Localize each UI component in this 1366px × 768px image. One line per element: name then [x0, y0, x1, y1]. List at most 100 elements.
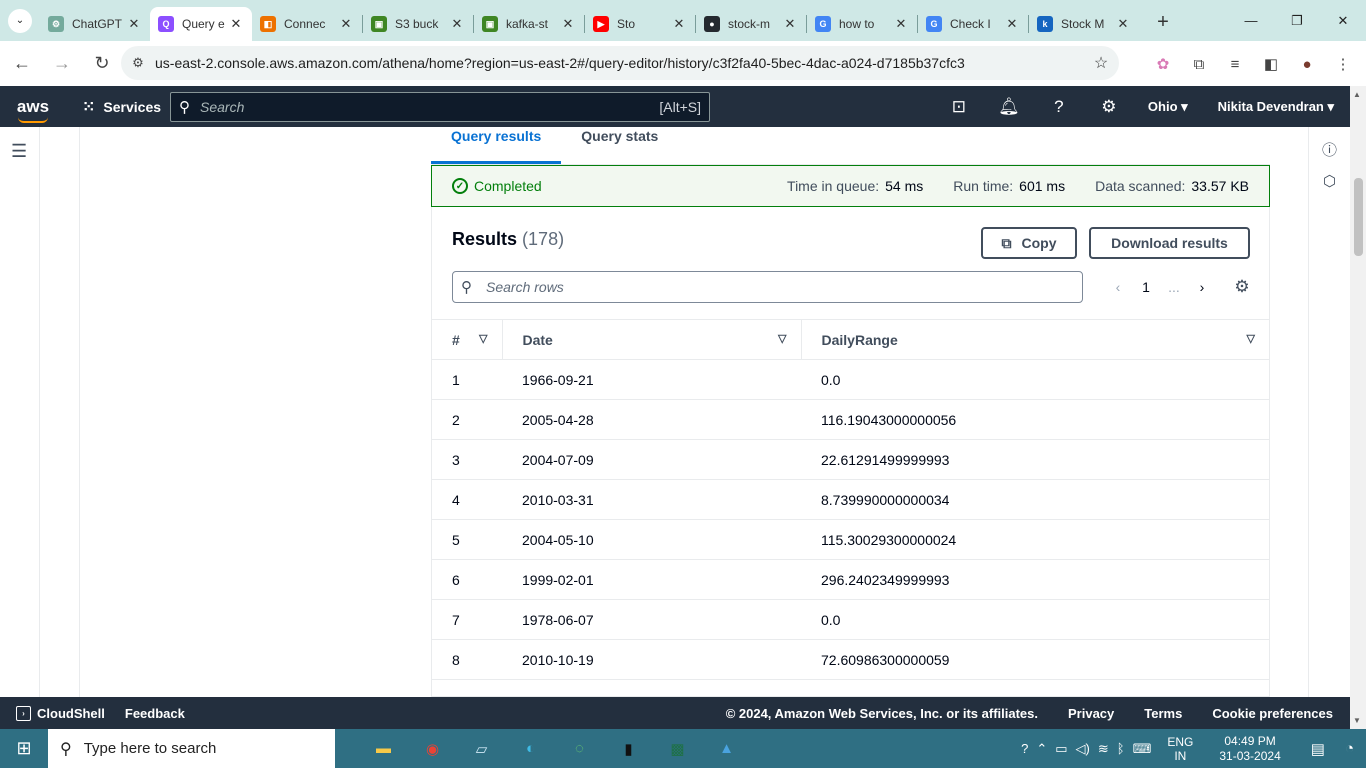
edge-icon[interactable]: ◐	[506, 729, 555, 768]
table-settings-icon[interactable]: ⚙	[1228, 277, 1256, 297]
cloudshell-icon[interactable]: ⊡	[934, 97, 984, 117]
browser-tab[interactable]: ▣ kafka-st ✕	[474, 7, 584, 41]
tab-close-icon[interactable]: ✕	[1115, 16, 1131, 32]
puzzle-icon[interactable]: ⧉	[1184, 49, 1214, 79]
chevron-up-icon[interactable]: ⌃	[1036, 741, 1047, 757]
scroll-up-icon[interactable]: ▲	[1353, 90, 1361, 99]
table-row[interactable]: 1 1966-09-21 0.0	[432, 359, 1269, 400]
close-window-icon[interactable]: ✕	[1320, 0, 1366, 41]
next-page-icon[interactable]: ›	[1188, 279, 1216, 295]
notification-icon[interactable]: ▤	[1311, 740, 1325, 758]
browser-tab[interactable]: Ghow to ✕	[807, 7, 917, 41]
back-button[interactable]: ←	[4, 46, 40, 82]
search-rows-box[interactable]: ⚲	[452, 271, 1083, 303]
help-tray-icon[interactable]: ?	[1021, 741, 1028, 756]
tab-close-icon[interactable]: ✕	[449, 16, 465, 32]
media-icon[interactable]: ≡	[1220, 49, 1250, 79]
settings-hex-icon[interactable]: ⬡	[1309, 172, 1350, 190]
wifi-icon[interactable]: ≋	[1098, 741, 1109, 757]
browser-tab[interactable]: ▣ S3 buck ✕	[363, 7, 473, 41]
sort-icon[interactable]: ▽	[778, 332, 786, 345]
keyboard-icon[interactable]: ⌨	[1133, 741, 1152, 757]
aws-logo[interactable]: aws	[0, 97, 66, 123]
url-text[interactable]: us-east-2.console.aws.amazon.com/athena/…	[155, 55, 1083, 71]
services-menu[interactable]: ⁙ Services	[82, 97, 170, 117]
notes-app-icon[interactable]: ▱	[457, 729, 506, 768]
terminal-app-icon[interactable]: ▮	[604, 729, 653, 768]
privacy-link[interactable]: Privacy	[1068, 706, 1114, 721]
browser-tab[interactable]: ⚙ ChatGPT ✕	[40, 7, 150, 41]
reload-button[interactable]: ↻	[84, 46, 120, 82]
tab-close-icon[interactable]: ✕	[782, 16, 798, 32]
tab-close-icon[interactable]: ✕	[671, 16, 687, 32]
prev-page-icon[interactable]: ‹	[1104, 279, 1132, 295]
user-menu[interactable]: Nikita Devendran ▾	[1218, 99, 1334, 115]
excel-icon[interactable]: ▩	[653, 729, 702, 768]
aws-search-box[interactable]: ⚲ [Alt+S]	[170, 92, 710, 122]
bluetooth-icon[interactable]: ᛒ	[1117, 741, 1125, 756]
gear-icon[interactable]: ⚙	[1084, 97, 1134, 117]
page-scrollbar[interactable]: ▲ ▼	[1350, 86, 1366, 729]
table-row[interactable]: 6 1999-02-01 296.2402349999993	[432, 559, 1269, 600]
scroll-down-icon[interactable]: ▼	[1353, 716, 1361, 725]
bell-icon[interactable]: 🔔︎	[984, 97, 1034, 117]
minimize-icon[interactable]: —	[1228, 0, 1274, 41]
browser-tab[interactable]: ◧ Connec ✕	[252, 7, 362, 41]
volume-icon[interactable]: ◁)	[1076, 741, 1090, 757]
table-row[interactable]: 5 2004-05-10 115.30029300000024	[432, 519, 1269, 560]
search-rows-input[interactable]	[486, 279, 1074, 295]
feedback-link[interactable]: Feedback	[125, 706, 185, 721]
browser-tab[interactable]: ● stock-m ✕	[696, 7, 806, 41]
table-row[interactable]: 2 2005-04-28 116.19043000000056	[432, 399, 1269, 440]
browser-tab[interactable]: k Stock M ✕	[1029, 7, 1139, 41]
restore-icon[interactable]: ❐	[1274, 0, 1320, 41]
browser-tab[interactable]: ▶ Sto ✕	[585, 7, 695, 41]
cookie-preferences-link[interactable]: Cookie preferences	[1212, 706, 1333, 721]
info-icon[interactable]: ⓘ	[1309, 139, 1350, 160]
tab-close-icon[interactable]: ✕	[126, 16, 142, 32]
help-icon[interactable]: ?	[1034, 97, 1084, 117]
omnibox[interactable]: ⚙ us-east-2.console.aws.amazon.com/athen…	[121, 46, 1119, 80]
browser-tab[interactable]: G Check I ✕	[918, 7, 1028, 41]
file-explorer-icon[interactable]: ▬	[359, 729, 408, 768]
chrome-icon[interactable]: ◉	[408, 729, 457, 768]
tab-search-button[interactable]: ⌄	[0, 0, 40, 41]
bookmark-star-icon[interactable]: ☆	[1083, 53, 1119, 73]
hamburger-menu-icon[interactable]: ☰	[11, 141, 27, 162]
taskbar-search[interactable]: ⚲ Type here to search	[48, 729, 335, 768]
profile-avatar[interactable]: ●	[1292, 49, 1322, 79]
table-row[interactable]: 3 2004-07-09 22.61291499999993	[432, 439, 1269, 480]
windows-start-icon[interactable]: ⊞	[0, 738, 48, 759]
table-row[interactable]: 8 2010-10-19 72.60986300000059	[432, 639, 1269, 680]
clock[interactable]: 04:49 PM 31-03-2024	[1219, 734, 1280, 764]
tab-close-icon[interactable]: ✕	[338, 16, 354, 32]
copy-button[interactable]: ⧉ Copy	[981, 227, 1077, 259]
sort-icon[interactable]: ▽	[1247, 332, 1255, 345]
forward-button[interactable]: →	[44, 46, 80, 82]
terms-link[interactable]: Terms	[1144, 706, 1182, 721]
browser-tab[interactable]: Q Query e ✕	[150, 7, 252, 41]
sort-icon[interactable]: ▽	[479, 332, 487, 345]
side-panel-icon[interactable]: ◧	[1256, 49, 1286, 79]
kebab-menu-icon[interactable]: ⋮	[1328, 49, 1358, 79]
site-settings-icon[interactable]: ⚙	[121, 55, 155, 71]
tab-close-icon[interactable]: ✕	[893, 16, 909, 32]
table-row[interactable]: 7 1978-06-07 0.0	[432, 599, 1269, 640]
cloudshell-link[interactable]: › CloudShell	[16, 705, 105, 721]
tab-close-icon[interactable]: ✕	[1004, 16, 1020, 32]
new-tab-button[interactable]: +	[1151, 11, 1175, 34]
photos-icon[interactable]: ▲	[702, 729, 751, 768]
download-results-button[interactable]: Download results	[1089, 227, 1250, 259]
battery-icon[interactable]: ▭	[1055, 741, 1067, 757]
tab-close-icon[interactable]: ✕	[228, 16, 244, 32]
column-header-dailyrange[interactable]: DailyRange ▽	[801, 319, 1269, 360]
tab-query-stats[interactable]: Query stats	[561, 127, 678, 164]
scroll-thumb[interactable]	[1354, 178, 1363, 256]
weather-icon[interactable]: ◔	[1345, 740, 1354, 757]
page-number[interactable]: 1	[1132, 279, 1160, 295]
region-selector[interactable]: Ohio ▾	[1148, 99, 1188, 115]
extension-icon[interactable]: ✿	[1148, 49, 1178, 79]
refresh-app-icon[interactable]: ◌	[555, 729, 604, 768]
column-header-index[interactable]: # ▽	[432, 319, 503, 360]
table-row[interactable]: 4 2010-03-31 8.739990000000034	[432, 479, 1269, 520]
